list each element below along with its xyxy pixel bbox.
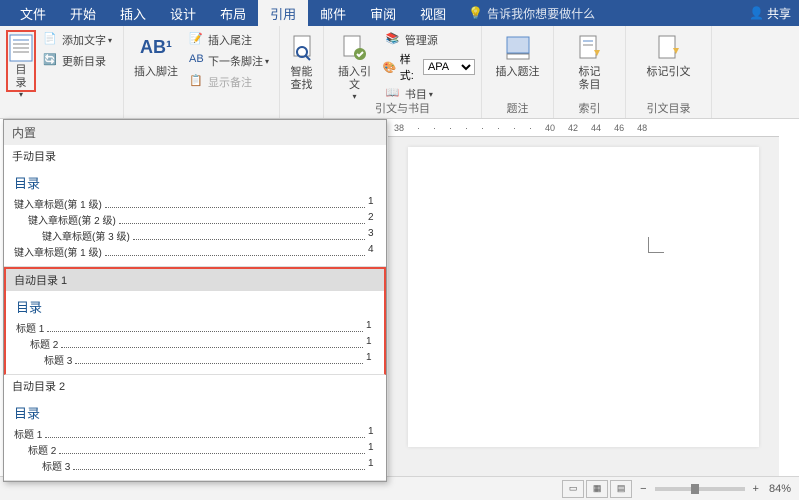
group-toa: 标记引文 引文目录 bbox=[626, 26, 712, 118]
toc-preview-line: 标题 11 bbox=[16, 320, 374, 335]
style-icon: 🎨 bbox=[383, 61, 398, 74]
caption-icon bbox=[502, 32, 534, 64]
chevron-down-icon: ▾ bbox=[19, 90, 23, 100]
mark-citation-button[interactable]: 标记引文 bbox=[632, 30, 705, 81]
group-citations: 插入引文 ▾ 📚管理源 🎨 样式: APA 📖书目▾ 引文与书目 bbox=[324, 26, 482, 118]
titlebar: 文件 开始 插入 设计 布局 引用 邮件 审阅 视图 💡 告诉我你想要做什么 👤… bbox=[0, 0, 799, 26]
group-toc: 目录 ▾ 📄 添加文字▾ 🔄 更新目录 bbox=[0, 26, 124, 118]
toc-button[interactable]: 目录 ▾ bbox=[6, 30, 36, 92]
zoom-out-button[interactable]: − bbox=[640, 483, 646, 495]
tab-file[interactable]: 文件 bbox=[8, 0, 58, 26]
group-label: 题注 bbox=[482, 100, 553, 116]
insert-caption-button[interactable]: 插入题注 bbox=[488, 30, 547, 81]
mark-citation-icon bbox=[653, 32, 685, 64]
group-index: 标记 条目 索引 bbox=[554, 26, 626, 118]
toc-preview-line: 键入章标题(第 3 级)3 bbox=[42, 228, 376, 243]
tab-review[interactable]: 审阅 bbox=[358, 0, 408, 26]
toc-preview-line: 标题 11 bbox=[14, 426, 376, 441]
toc-auto2-option[interactable]: 自动目录 2 目录 标题 11标题 21标题 31 bbox=[4, 375, 386, 481]
toc-icon bbox=[5, 34, 37, 62]
add-text-icon: 📄 bbox=[43, 32, 59, 48]
document-area: 38········4042444648 bbox=[388, 119, 779, 476]
tab-insert[interactable]: 插入 bbox=[108, 0, 158, 26]
mark-entry-icon bbox=[574, 32, 606, 64]
citation-icon bbox=[338, 32, 370, 64]
group-research: 智能 查找 bbox=[280, 26, 324, 118]
show-notes-icon: 📋 bbox=[189, 74, 205, 90]
cursor-margin-icon bbox=[648, 237, 664, 253]
view-web-icon[interactable]: ▤ bbox=[610, 480, 632, 498]
zoom-in-button[interactable]: + bbox=[753, 483, 759, 495]
manage-sources-button[interactable]: 📚管理源 bbox=[383, 30, 475, 50]
ribbon: 目录 ▾ 📄 添加文字▾ 🔄 更新目录 AB¹ 插入脚注 bbox=[0, 26, 799, 119]
tab-home[interactable]: 开始 bbox=[58, 0, 108, 26]
toc-gallery-panel: 内置 手动目录 目录 键入章标题(第 1 级)1键入章标题(第 2 级)2键入章… bbox=[3, 119, 387, 482]
toc-preview-line: 键入章标题(第 1 级)4 bbox=[14, 244, 376, 259]
document-page[interactable] bbox=[408, 147, 759, 447]
toc-preview-line: 标题 21 bbox=[30, 336, 374, 351]
next-footnote-icon: AB bbox=[189, 53, 205, 69]
zoom-slider[interactable] bbox=[655, 487, 745, 491]
style-dropdown[interactable]: APA bbox=[423, 59, 475, 75]
mark-entry-button[interactable]: 标记 条目 bbox=[560, 30, 619, 94]
tab-layout[interactable]: 布局 bbox=[208, 0, 258, 26]
toc-manual-option[interactable]: 手动目录 目录 键入章标题(第 1 级)1键入章标题(第 2 级)2键入章标题(… bbox=[4, 145, 386, 267]
citation-style-select[interactable]: 🎨 样式: APA bbox=[383, 51, 475, 83]
group-footnotes: AB¹ 插入脚注 📝插入尾注 AB下一条脚注▾ 📋显示备注 bbox=[124, 26, 280, 118]
update-toc-button[interactable]: 🔄 更新目录 bbox=[40, 51, 115, 71]
toc-auto1-option[interactable]: 自动目录 1 目录 标题 11标题 21标题 31 bbox=[4, 267, 386, 375]
horizontal-ruler[interactable]: 38········4042444648 bbox=[388, 119, 779, 137]
insert-endnote-button[interactable]: 📝插入尾注 bbox=[186, 30, 272, 50]
footnote-icon: AB¹ bbox=[140, 32, 172, 64]
group-label: 引文目录 bbox=[626, 100, 711, 116]
toc-preview-line: 标题 31 bbox=[44, 352, 374, 367]
insert-footnote-button[interactable]: AB¹ 插入脚注 bbox=[130, 30, 182, 93]
tab-references[interactable]: 引用 bbox=[258, 0, 308, 26]
view-read-icon[interactable]: ▭ bbox=[562, 480, 584, 498]
toc-builtin-header: 内置 bbox=[4, 120, 386, 145]
update-icon: 🔄 bbox=[43, 53, 59, 69]
lightbulb-icon: 💡 bbox=[468, 6, 483, 20]
add-text-button[interactable]: 📄 添加文字▾ bbox=[40, 30, 115, 50]
tab-view[interactable]: 视图 bbox=[408, 0, 458, 26]
next-footnote-button[interactable]: AB下一条脚注▾ bbox=[186, 51, 272, 71]
tab-mailings[interactable]: 邮件 bbox=[308, 0, 358, 26]
group-captions: 插入题注 题注 bbox=[482, 26, 554, 118]
zoom-level[interactable]: 84% bbox=[769, 483, 791, 495]
toc-preview-line: 标题 31 bbox=[42, 458, 376, 473]
toc-preview-line: 标题 21 bbox=[28, 442, 376, 457]
endnote-icon: 📝 bbox=[189, 32, 205, 48]
toc-preview-line: 键入章标题(第 2 级)2 bbox=[28, 212, 376, 227]
tab-design[interactable]: 设计 bbox=[158, 0, 208, 26]
smart-lookup-button[interactable]: 智能 查找 bbox=[286, 30, 317, 94]
insert-citation-button[interactable]: 插入引文 ▾ bbox=[330, 30, 379, 105]
tell-me-search[interactable]: 💡 告诉我你想要做什么 bbox=[468, 5, 595, 22]
toc-preview-line: 键入章标题(第 1 级)1 bbox=[14, 196, 376, 211]
group-label: 引文与书目 bbox=[324, 100, 481, 116]
smart-lookup-icon bbox=[286, 32, 318, 64]
share-button[interactable]: 👤 共享 bbox=[749, 5, 791, 22]
person-icon: 👤 bbox=[749, 6, 764, 20]
show-notes-button: 📋显示备注 bbox=[186, 72, 272, 92]
manage-sources-icon: 📚 bbox=[386, 32, 402, 48]
group-label: 索引 bbox=[554, 100, 625, 116]
menu-tabs: 文件 开始 插入 设计 布局 引用 邮件 审阅 视图 bbox=[8, 0, 458, 26]
view-print-icon[interactable]: ▦ bbox=[586, 480, 608, 498]
